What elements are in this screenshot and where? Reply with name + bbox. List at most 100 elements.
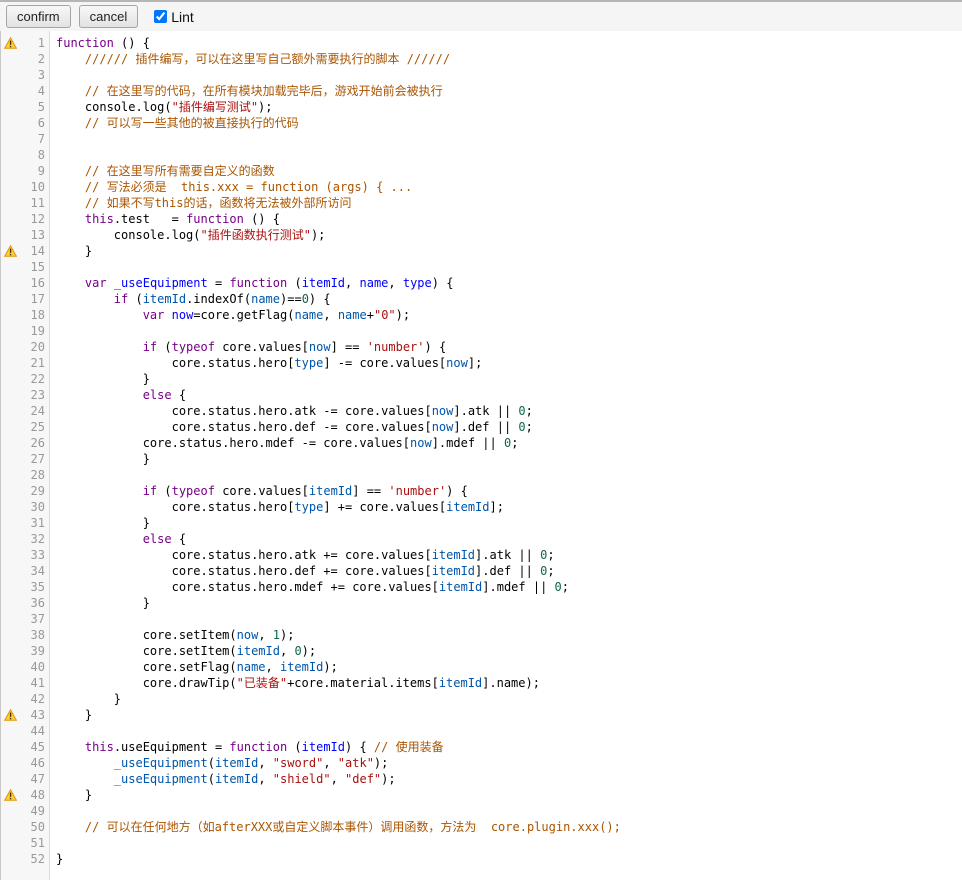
code-line-text[interactable]: _useEquipment(itemId, "sword", "atk"); <box>50 755 388 771</box>
code-line-text[interactable]: core.status.hero[type] -= core.values[no… <box>50 355 482 371</box>
code-line-text[interactable]: this.test = function () { <box>50 211 280 227</box>
code-line: 25 core.status.hero.def -= core.values[n… <box>1 419 962 435</box>
code-line-text[interactable]: core.setFlag(name, itemId); <box>50 659 338 675</box>
code-line-text[interactable]: // 写法必须是 this.xxx = function (args) { ..… <box>50 179 412 195</box>
code-line-text[interactable]: core.status.hero.def += core.values[item… <box>50 563 555 579</box>
line-number: 35 <box>19 579 50 595</box>
code-line: 24 core.status.hero.atk -= core.values[n… <box>1 403 962 419</box>
code-line-text[interactable]: console.log("插件编写测试"); <box>50 99 273 115</box>
code-line-text[interactable]: core.status.hero.atk += core.values[item… <box>50 547 555 563</box>
lint-warning-marker <box>1 37 19 49</box>
code-line: 16 var _useEquipment = function (itemId,… <box>1 275 962 291</box>
code-line-text[interactable]: if (typeof core.values[now] == 'number')… <box>50 339 446 355</box>
line-number: 23 <box>19 387 50 403</box>
code-line-text[interactable]: // 在这里写所有需要自定义的函数 <box>50 163 275 179</box>
code-line: 46 _useEquipment(itemId, "sword", "atk")… <box>1 755 962 771</box>
code-line-text[interactable]: _useEquipment(itemId, "shield", "def"); <box>50 771 396 787</box>
lint-checkbox[interactable] <box>154 10 167 23</box>
code-line: 5 console.log("插件编写测试"); <box>1 99 962 115</box>
code-line: 4 // 在这里写的代码，在所有模块加载完毕后，游戏开始前会被执行 <box>1 83 962 99</box>
line-number: 4 <box>19 83 50 99</box>
code-line: 21 core.status.hero[type] -= core.values… <box>1 355 962 371</box>
code-line: 49 <box>1 803 962 819</box>
code-line-text[interactable] <box>50 467 63 483</box>
code-line-text[interactable]: core.setItem(itemId, 0); <box>50 643 316 659</box>
line-number: 27 <box>19 451 50 467</box>
plugin-script-editor-window: confirm cancel Lint 1function () {2 ////… <box>0 0 962 880</box>
code-line: 11 // 如果不写this的话，函数将无法被外部所访问 <box>1 195 962 211</box>
code-line: 1function () { <box>1 35 962 51</box>
code-line-text[interactable]: } <box>50 243 92 259</box>
code-line-text[interactable]: function () { <box>50 35 150 51</box>
line-number: 19 <box>19 323 50 339</box>
code-line: 51 <box>1 835 962 851</box>
code-line-text[interactable]: console.log("插件函数执行测试"); <box>50 227 325 243</box>
code-line-text[interactable]: core.status.hero.mdef += core.values[ite… <box>50 579 569 595</box>
code-line-text[interactable]: // 如果不写this的话，函数将无法被外部所访问 <box>50 195 351 211</box>
code-line-text[interactable] <box>50 611 63 627</box>
code-line-text[interactable]: var _useEquipment = function (itemId, na… <box>50 275 453 291</box>
code-line-text[interactable]: } <box>50 851 63 867</box>
code-line-text[interactable]: core.status.hero.mdef -= core.values[now… <box>50 435 518 451</box>
code-line-text[interactable]: core.status.hero.atk -= core.values[now]… <box>50 403 533 419</box>
code-line-text[interactable]: core.status.hero[type] += core.values[it… <box>50 499 504 515</box>
line-number: 42 <box>19 691 50 707</box>
code-line-text[interactable]: var now=core.getFlag(name, name+"0"); <box>50 307 410 323</box>
code-line-text[interactable]: core.setItem(now, 1); <box>50 627 294 643</box>
code-line-text[interactable]: } <box>50 371 150 387</box>
code-line-text[interactable]: ////// 插件编写，可以在这里写自己额外需要执行的脚本 ////// <box>50 51 450 67</box>
code-line-text[interactable]: // 可以在任何地方（如afterXXX或自定义脚本事件）调用函数，方法为 co… <box>50 819 621 835</box>
code-line-text[interactable] <box>50 323 63 339</box>
code-line-text[interactable]: } <box>50 595 150 611</box>
line-number: 26 <box>19 435 50 451</box>
code-line-text[interactable]: core.drawTip("已装备"+core.material.items[i… <box>50 675 540 691</box>
code-line-text[interactable]: } <box>50 451 150 467</box>
line-number: 48 <box>19 787 50 803</box>
line-number: 1 <box>19 35 50 51</box>
lint-warning-marker <box>1 709 19 721</box>
code-line-text[interactable]: this.useEquipment = function (itemId) { … <box>50 739 444 755</box>
line-number: 29 <box>19 483 50 499</box>
code-line: 9 // 在这里写所有需要自定义的函数 <box>1 163 962 179</box>
code-line-text[interactable]: // 在这里写的代码，在所有模块加载完毕后，游戏开始前会被执行 <box>50 83 443 99</box>
code-line-text[interactable] <box>50 131 63 147</box>
code-line-text[interactable]: } <box>50 707 92 723</box>
code-line-text[interactable]: else { <box>50 531 186 547</box>
cancel-button[interactable]: cancel <box>79 5 139 28</box>
line-number: 45 <box>19 739 50 755</box>
line-number: 40 <box>19 659 50 675</box>
code-line-text[interactable]: else { <box>50 387 186 403</box>
code-editor[interactable]: 1function () {2 ////// 插件编写，可以在这里写自己额外需要… <box>0 31 962 880</box>
code-line-text[interactable] <box>50 803 63 819</box>
code-line-text[interactable]: core.status.hero.def -= core.values[now]… <box>50 419 533 435</box>
line-number: 30 <box>19 499 50 515</box>
code-line: 27 } <box>1 451 962 467</box>
line-number: 24 <box>19 403 50 419</box>
code-line-text[interactable]: } <box>50 787 92 803</box>
code-line-text[interactable] <box>50 835 63 851</box>
code-line-text[interactable]: if (typeof core.values[itemId] == 'numbe… <box>50 483 468 499</box>
code-line-text[interactable]: // 可以写一些其他的被直接执行的代码 <box>50 115 299 131</box>
code-line: 14 } <box>1 243 962 259</box>
line-number: 31 <box>19 515 50 531</box>
confirm-button[interactable]: confirm <box>6 5 71 28</box>
code-line: 3 <box>1 67 962 83</box>
code-line-text[interactable]: if (itemId.indexOf(name)==0) { <box>50 291 331 307</box>
code-line-text[interactable] <box>50 147 63 163</box>
line-number: 15 <box>19 259 50 275</box>
code-line: 37 <box>1 611 962 627</box>
code-line: 26 core.status.hero.mdef -= core.values[… <box>1 435 962 451</box>
code-line: 52} <box>1 851 962 867</box>
code-line: 22 } <box>1 371 962 387</box>
line-number: 5 <box>19 99 50 115</box>
code-line: 34 core.status.hero.def += core.values[i… <box>1 563 962 579</box>
code-line-text[interactable]: } <box>50 515 150 531</box>
code-line-text[interactable] <box>50 67 63 83</box>
warning-icon <box>4 37 17 49</box>
line-number: 14 <box>19 243 50 259</box>
code-line-text[interactable]: } <box>50 691 121 707</box>
code-line-text[interactable] <box>50 259 63 275</box>
code-line: 12 this.test = function () { <box>1 211 962 227</box>
code-line-text[interactable] <box>50 723 63 739</box>
line-number: 28 <box>19 467 50 483</box>
